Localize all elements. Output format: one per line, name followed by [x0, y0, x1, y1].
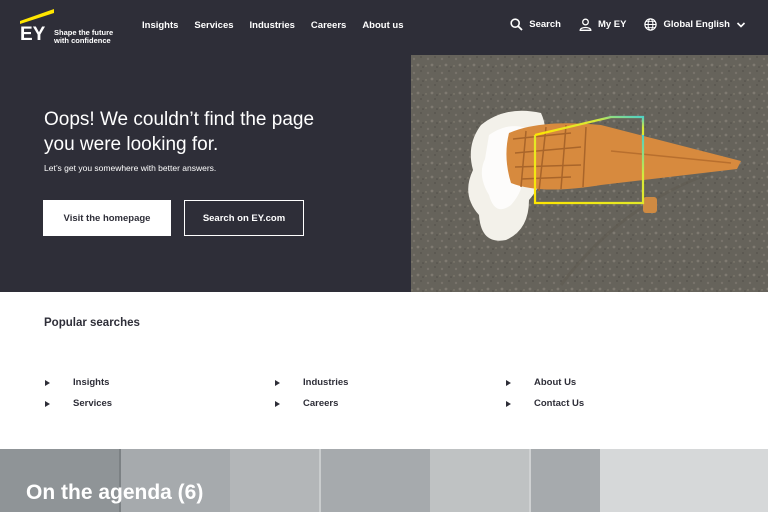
triangle-right-icon — [45, 400, 50, 407]
top-navigation: EY Shape the future with confidence Insi… — [0, 0, 768, 55]
popular-link-label: About Us — [534, 377, 577, 388]
triangle-right-icon — [45, 379, 50, 386]
popular-link-label: Contact Us — [534, 398, 585, 409]
agenda-title: On the agenda (6) — [26, 481, 204, 504]
nav-link-industries[interactable]: Industries — [250, 20, 295, 31]
popular-link-careers[interactable]: Careers — [275, 398, 338, 409]
popular-link-label: Industries — [303, 377, 349, 388]
nav-link-services[interactable]: Services — [194, 20, 233, 31]
hero-actions: Visit the homepage Search on EY.com — [43, 200, 304, 236]
popular-link-label: Services — [73, 398, 113, 409]
hero-text: Oops! We couldn’t find the page you were… — [44, 107, 394, 173]
ey-tagline: Shape the future with confidence — [54, 29, 113, 45]
search-icon — [510, 18, 523, 31]
locale-label: Global English — [663, 19, 730, 30]
popular-searches-title: Popular searches — [44, 317, 140, 329]
popular-searches: Popular searches Insights Services Indus… — [0, 292, 768, 449]
my-ey-button[interactable]: My EY — [579, 18, 627, 31]
tagline-line-2: with confidence — [54, 36, 111, 45]
popular-link-insights[interactable]: Insights — [45, 377, 109, 388]
triangle-right-icon — [506, 400, 511, 407]
primary-nav: Insights Services Industries Careers Abo… — [142, 20, 403, 31]
nav-link-insights[interactable]: Insights — [142, 20, 178, 31]
popular-link-contact-us[interactable]: Contact Us — [506, 398, 584, 409]
search-button[interactable]: Search — [510, 18, 561, 31]
triangle-right-icon — [506, 379, 511, 386]
error-hero: Oops! We couldn’t find the page you were… — [0, 55, 768, 292]
visit-homepage-button[interactable]: Visit the homepage — [43, 200, 171, 236]
my-ey-label: My EY — [597, 19, 627, 30]
triangle-right-icon — [275, 400, 280, 407]
chevron-down-icon — [736, 21, 746, 28]
popular-link-services[interactable]: Services — [45, 398, 112, 409]
ey-logo[interactable]: EY Shape the future with confidence — [18, 9, 128, 49]
search-ey-button[interactable]: Search on EY.com — [184, 200, 304, 236]
page-subtitle: Let’s get you somewhere with better answ… — [44, 163, 217, 173]
popular-link-industries[interactable]: Industries — [275, 377, 348, 388]
globe-icon — [644, 18, 658, 31]
popular-link-label: Careers — [303, 398, 339, 409]
nav-link-about-us[interactable]: About us — [362, 20, 403, 31]
popular-link-about-us[interactable]: About Us — [506, 377, 576, 388]
utility-nav: Search My EY Global English — [510, 18, 746, 31]
nav-link-careers[interactable]: Careers — [311, 20, 346, 31]
agenda-section: On the agenda (6) — [0, 449, 768, 512]
page-title-line-2: you were looking for. — [44, 134, 219, 155]
locale-selector[interactable]: Global English — [644, 18, 746, 31]
ey-logo-letters: EY — [20, 24, 46, 45]
search-label: Search — [529, 19, 561, 30]
page-title: Oops! We couldn’t find the page you were… — [44, 107, 394, 157]
popular-link-label: Insights — [73, 377, 110, 388]
dropped-ice-cream-image — [411, 55, 768, 292]
triangle-right-icon — [275, 379, 280, 386]
user-icon — [579, 18, 592, 31]
page-title-line-1: Oops! We couldn’t find the page — [44, 109, 315, 130]
